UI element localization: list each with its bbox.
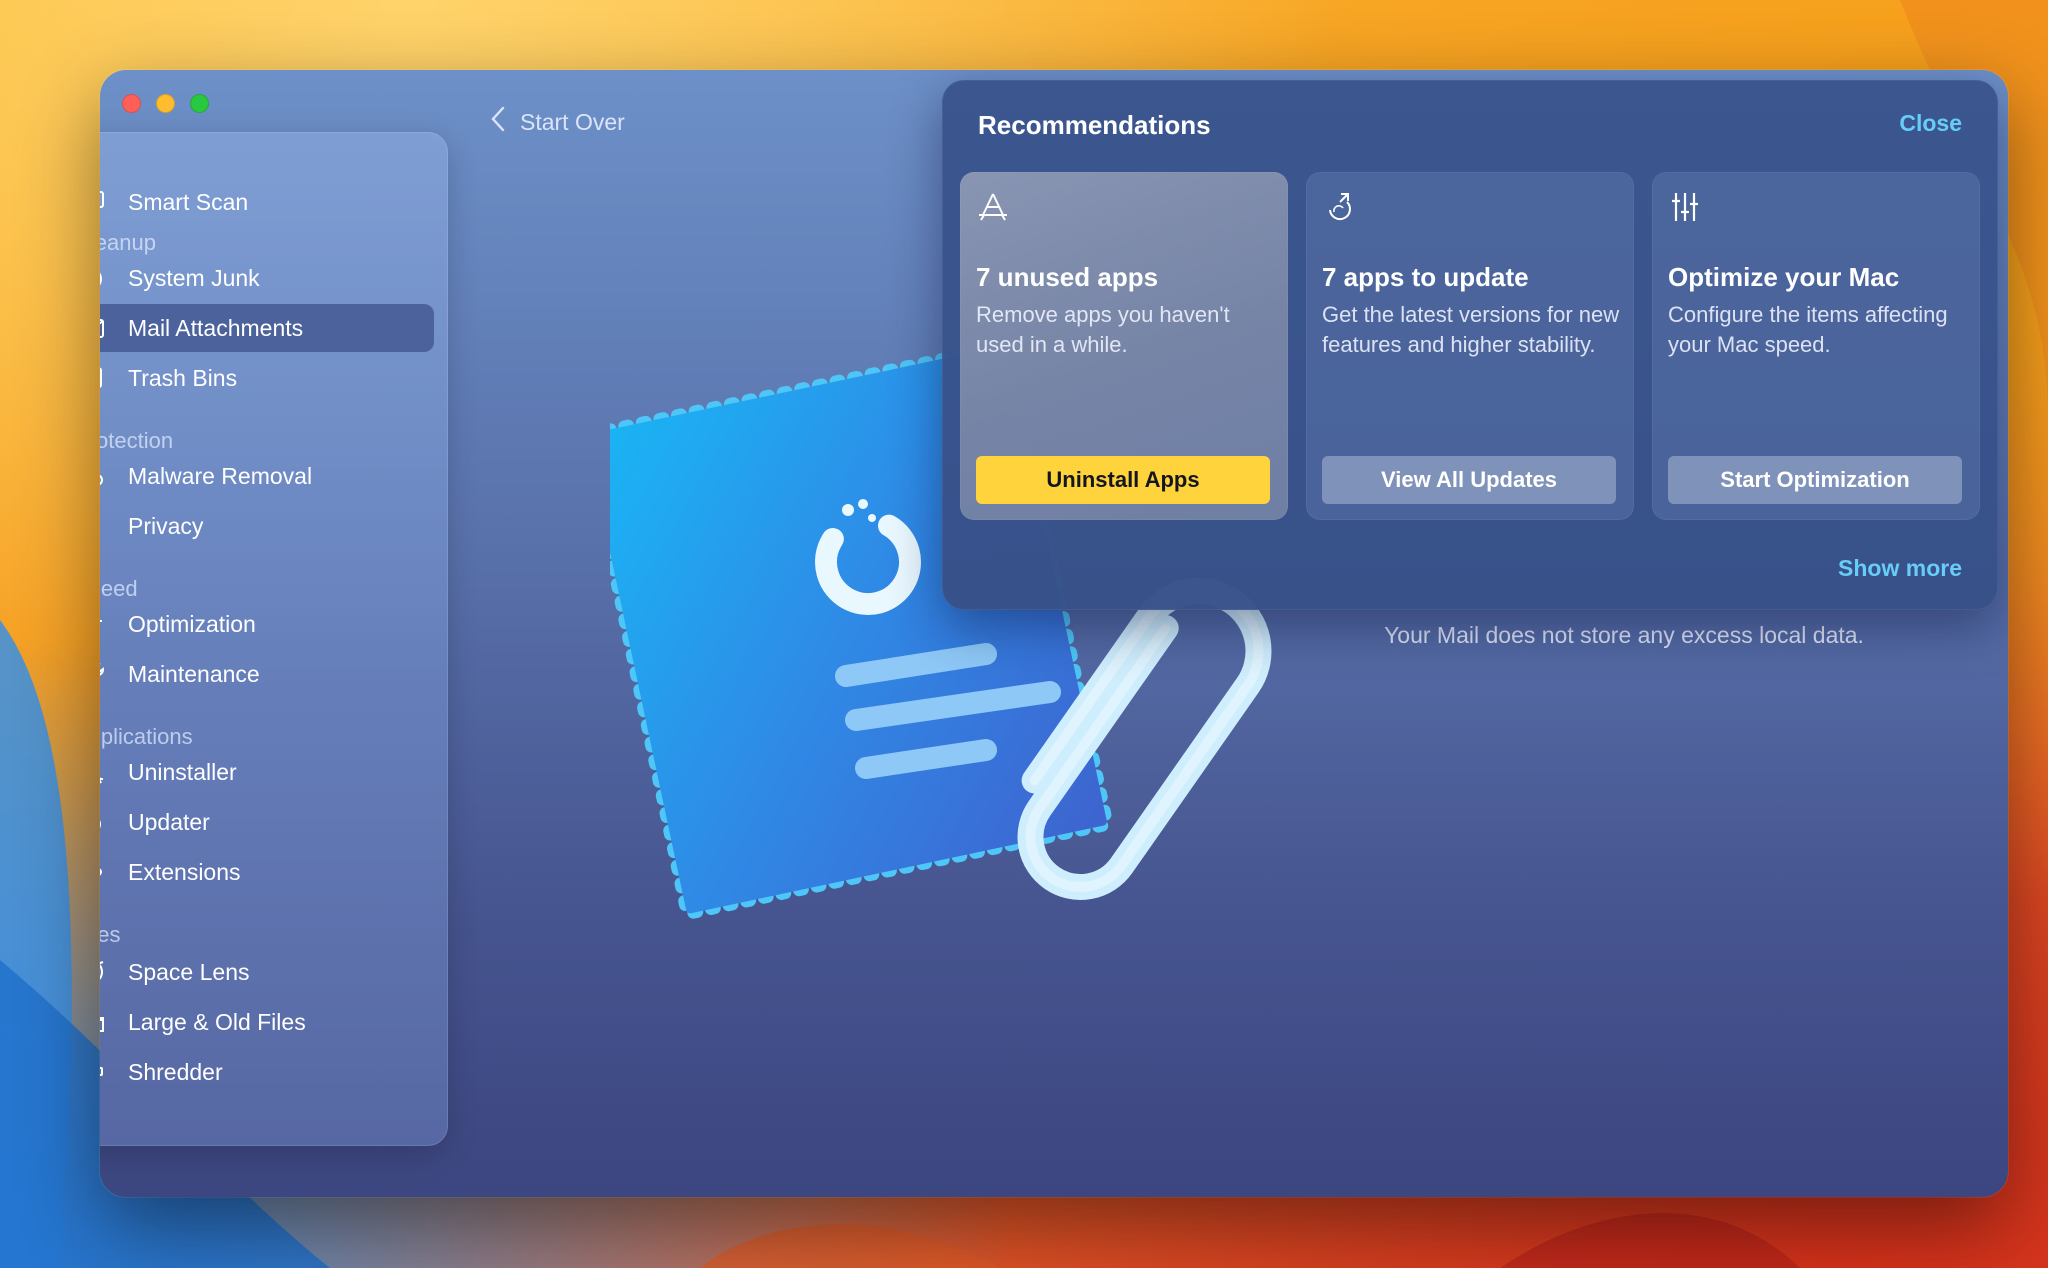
shredder-icon xyxy=(100,1055,108,1089)
zoom-window-button[interactable] xyxy=(190,94,209,113)
sidebar-item-shredder[interactable]: Shredder xyxy=(100,1048,434,1096)
card-description: Get the latest versions for new features… xyxy=(1322,302,1620,357)
section-title-files: Files xyxy=(100,922,121,947)
update-arrow-icon xyxy=(100,805,108,839)
update-arrow-icon xyxy=(1322,190,1356,224)
card-title: 7 apps to update xyxy=(1322,262,1529,292)
sidebar-item-privacy[interactable]: Privacy xyxy=(100,502,434,550)
sidebar-item-label: Shredder xyxy=(128,1058,223,1085)
sliders-icon xyxy=(100,607,108,641)
sidebar: Smart Scan Cleanup System Junk Mail Atta… xyxy=(100,132,448,1146)
recommendations-panel: Recommendations Close 7 unused apps Remo… xyxy=(942,80,1998,610)
recommendation-card-updates: 7 apps to update Get the latest versions… xyxy=(1306,172,1634,520)
monitor-icon xyxy=(100,185,108,219)
sliders-icon xyxy=(1668,190,1702,224)
biohazard-icon xyxy=(100,459,108,493)
chevron-left-icon xyxy=(490,106,506,138)
sidebar-item-large-old-files[interactable]: Large & Old Files xyxy=(100,998,434,1046)
section-title-applications: Applications xyxy=(100,724,193,749)
show-more-link[interactable]: Show more xyxy=(1838,555,1962,582)
section-title-speed: Speed xyxy=(100,576,138,601)
sidebar-item-updater[interactable]: Updater xyxy=(100,798,434,846)
sidebar-item-uninstaller[interactable]: Uninstaller xyxy=(100,748,434,796)
sidebar-item-system-junk[interactable]: System Junk xyxy=(100,254,434,302)
system-junk-icon xyxy=(100,261,108,295)
recommendation-card-optimize: Optimize your Mac Configure the items af… xyxy=(1652,172,1980,520)
sidebar-item-label: Privacy xyxy=(128,512,204,539)
sidebar-item-extensions[interactable]: Extensions xyxy=(100,848,434,896)
start-over-label: Start Over xyxy=(520,108,625,135)
sidebar-item-label: Trash Bins xyxy=(128,364,238,391)
minimize-window-button[interactable] xyxy=(156,94,175,113)
card-description: Configure the items affecting your Mac s… xyxy=(1668,302,1948,357)
app-window: Smart Scan Cleanup System Junk Mail Atta… xyxy=(100,70,2008,1197)
section-title-protection: Protection xyxy=(100,428,174,453)
wrench-icon xyxy=(100,657,108,691)
app-store-icon xyxy=(100,755,108,789)
window-controls xyxy=(122,94,209,113)
trash-bin-icon xyxy=(100,361,108,395)
sidebar-item-label: Large & Old Files xyxy=(128,1008,306,1035)
status-message: Your Mail does not store any excess loca… xyxy=(1384,622,1864,648)
sidebar-item-label: Optimization xyxy=(128,610,256,637)
start-optimization-button[interactable]: Start Optimization xyxy=(1668,456,1962,504)
sidebar-item-label: Maintenance xyxy=(128,660,260,687)
sidebar-item-malware-removal[interactable]: Malware Removal xyxy=(100,452,434,500)
sidebar-item-space-lens[interactable]: Space Lens xyxy=(100,948,434,996)
sidebar-item-label: Mail Attachments xyxy=(128,314,304,341)
recommendation-card-unused-apps: 7 unused apps Remove apps you haven't us… xyxy=(960,172,1288,520)
sidebar-item-label: Uninstaller xyxy=(128,758,237,785)
card-description: Remove apps you haven't used in a while. xyxy=(976,302,1230,357)
sidebar-item-trash-bins[interactable]: Trash Bins xyxy=(100,354,434,402)
sidebar-item-label: Malware Removal xyxy=(128,462,313,489)
sidebar-item-label: Updater xyxy=(128,808,210,835)
view-all-updates-button[interactable]: View All Updates xyxy=(1322,456,1616,504)
puzzle-icon xyxy=(100,855,108,889)
app-store-icon xyxy=(976,190,1010,224)
card-title: Optimize your Mac xyxy=(1668,262,1900,292)
close-recommendations-button[interactable]: Close xyxy=(1899,110,1962,137)
start-over-button[interactable]: Start Over xyxy=(490,106,625,138)
envelope-icon xyxy=(100,311,108,345)
section-title-cleanup: Cleanup xyxy=(100,230,156,255)
sidebar-item-optimization[interactable]: Optimization xyxy=(100,600,434,648)
close-window-button[interactable] xyxy=(122,94,141,113)
sidebar-item-label: Smart Scan xyxy=(128,188,249,215)
sidebar-item-mail-attachments[interactable]: Mail Attachments xyxy=(100,304,434,352)
sidebar-item-label: System Junk xyxy=(128,264,260,291)
sidebar-item-label: Space Lens xyxy=(128,958,250,985)
sidebar-item-label: Extensions xyxy=(128,858,241,885)
planet-icon xyxy=(100,955,108,989)
folder-icon xyxy=(100,1005,108,1039)
card-title: 7 unused apps xyxy=(976,262,1159,292)
sidebar-item-smart-scan[interactable]: Smart Scan xyxy=(100,178,434,226)
sidebar-item-maintenance[interactable]: Maintenance xyxy=(100,650,434,698)
uninstall-apps-button[interactable]: Uninstall Apps xyxy=(976,456,1270,504)
hand-icon xyxy=(100,509,108,543)
recommendations-title: Recommendations xyxy=(978,110,1211,140)
